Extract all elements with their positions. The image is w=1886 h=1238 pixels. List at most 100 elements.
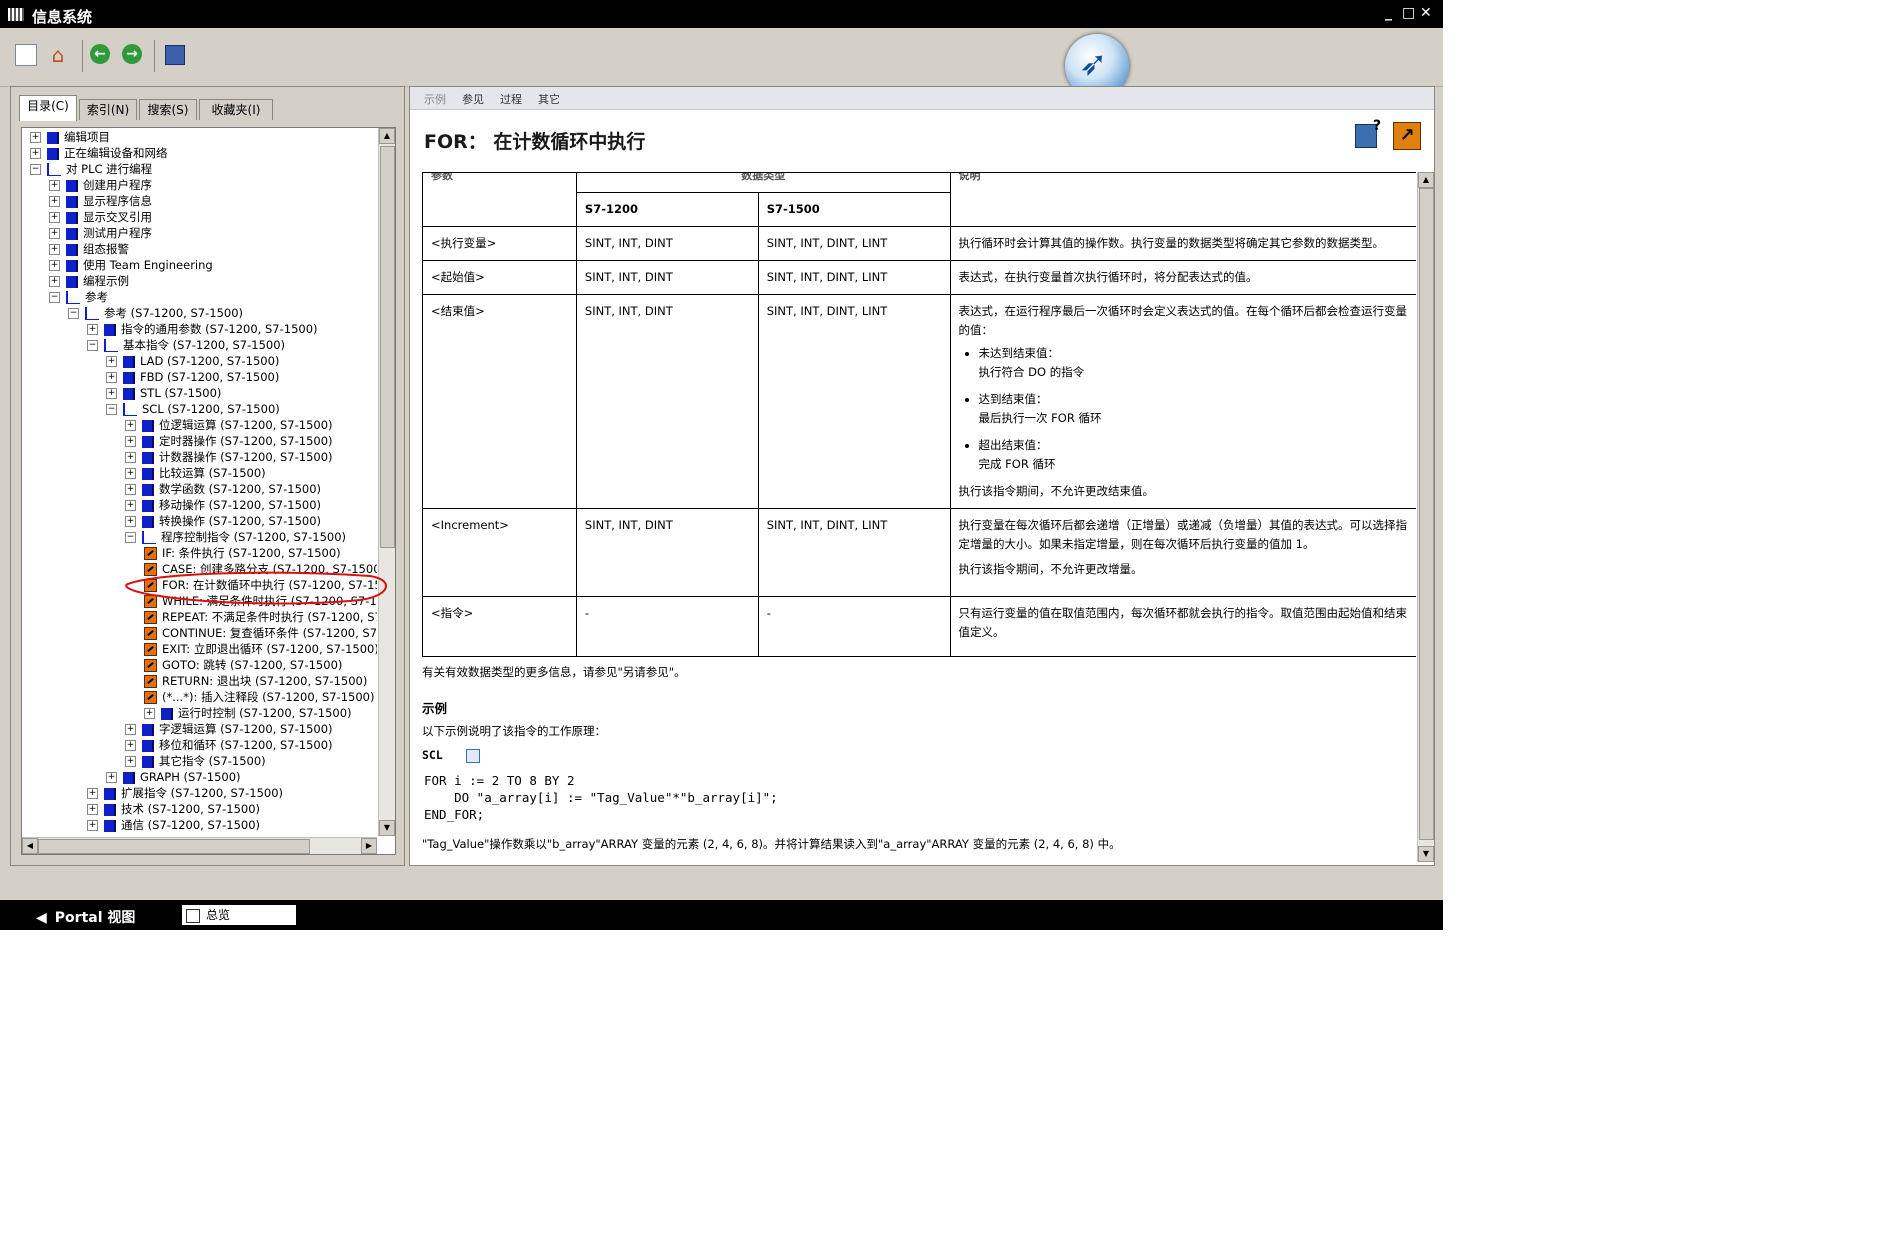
back-arrow-icon[interactable]: ← — [90, 44, 110, 64]
tree-item[interactable]: + 显示程序信息 — [49, 193, 152, 209]
tab-favorites[interactable]: 收藏夹(I) — [199, 99, 273, 120]
tab-index[interactable]: 索引(N) — [79, 99, 137, 120]
tree-item[interactable]: + 正在编辑设备和网络 — [30, 145, 168, 161]
expand-icon[interactable]: + — [49, 276, 60, 287]
tab-contents[interactable]: 目录(C) — [19, 95, 77, 121]
scrollbar-thumb[interactable] — [380, 146, 395, 548]
show-hide-contents-icon[interactable] — [15, 44, 37, 66]
maximize-button[interactable]: □ — [1402, 5, 1415, 21]
copy-icon[interactable] — [466, 749, 480, 763]
tree-item[interactable]: WHILE: 满足条件时执行 (S7-1200, S7-1500) — [144, 593, 377, 609]
tab-search[interactable]: 搜索(S) — [139, 99, 197, 120]
expand-icon[interactable]: + — [125, 484, 136, 495]
expand-icon[interactable]: + — [106, 372, 117, 383]
tree-item[interactable]: + 定时器操作 (S7-1200, S7-1500) — [125, 433, 333, 449]
scrollbar-thumb[interactable] — [38, 839, 310, 854]
tree-item[interactable]: + 通信 (S7-1200, S7-1500) — [87, 817, 260, 833]
close-button[interactable]: ✕ — [1420, 5, 1432, 21]
tree-item[interactable]: RETURN: 退出块 (S7-1200, S7-1500) — [144, 673, 367, 689]
tree-item[interactable]: + 测试用户程序 — [49, 225, 152, 241]
tree-item[interactable]: + 位逻辑运算 (S7-1200, S7-1500) — [125, 417, 333, 433]
tree-item[interactable]: GOTO: 跳转 (S7-1200, S7-1500) — [144, 657, 342, 673]
go-to-icon[interactable]: ↗ — [1393, 122, 1421, 150]
expand-icon[interactable]: + — [125, 740, 136, 751]
expand-icon[interactable]: + — [87, 804, 98, 815]
expand-icon[interactable]: + — [125, 500, 136, 511]
expand-icon[interactable]: + — [49, 244, 60, 255]
tree-item[interactable]: + LAD (S7-1200, S7-1500) — [106, 353, 279, 369]
tree-item[interactable]: + 组态报警 — [49, 241, 129, 257]
expand-icon[interactable]: + — [49, 196, 60, 207]
tree-item[interactable]: + 数学函数 (S7-1200, S7-1500) — [125, 481, 321, 497]
link-other[interactable]: 其它 — [538, 91, 560, 107]
tree-item[interactable]: CONTINUE: 复查循环条件 (S7-1200, S7-1500) — [144, 625, 377, 641]
print-icon[interactable] — [165, 45, 185, 65]
content-vertical-scrollbar[interactable]: ▲ ▼ — [1417, 172, 1434, 862]
tree-item[interactable]: + 技术 (S7-1200, S7-1500) — [87, 801, 260, 817]
tree-item[interactable]: REPEAT: 不满足条件时执行 (S7-1200, S7-1500) — [144, 609, 377, 625]
scrollbar-thumb[interactable] — [1419, 188, 1434, 840]
tree-item[interactable]: − 对 PLC 进行编程 — [30, 161, 152, 177]
scroll-down-icon[interactable]: ▼ — [379, 820, 395, 836]
expand-icon[interactable]: + — [125, 420, 136, 431]
expand-icon[interactable]: + — [106, 772, 117, 783]
tree-item[interactable]: − SCL (S7-1200, S7-1500) — [106, 401, 280, 417]
link-procedure[interactable]: 过程 — [500, 91, 522, 107]
collapse-icon[interactable]: − — [106, 404, 117, 415]
link-examples[interactable]: 示例 — [424, 91, 446, 107]
scroll-right-icon[interactable]: ▶ — [361, 838, 377, 854]
expand-icon[interactable]: + — [106, 356, 117, 367]
expand-icon[interactable]: + — [87, 324, 98, 335]
tree-item[interactable]: + 指令的通用参数 (S7-1200, S7-1500) — [87, 321, 318, 337]
tree-item[interactable]: + 其它指令 (S7-1500) — [125, 753, 266, 769]
expand-icon[interactable]: + — [125, 724, 136, 735]
tree-item[interactable]: + 创建用户程序 — [49, 177, 152, 193]
scroll-up-icon[interactable]: ▲ — [379, 128, 395, 144]
tree-item[interactable]: − 基本指令 (S7-1200, S7-1500) — [87, 337, 285, 353]
expand-icon[interactable]: + — [106, 388, 117, 399]
minimize-button[interactable]: _ — [1385, 5, 1392, 21]
tree-item[interactable]: + GRAPH (S7-1500) — [106, 769, 241, 785]
tree-vertical-scrollbar[interactable]: ▲ ▼ — [378, 128, 395, 836]
collapse-icon[interactable]: − — [30, 164, 41, 175]
tree-item[interactable]: + 移位和循环 (S7-1200, S7-1500) — [125, 737, 333, 753]
collapse-icon[interactable]: − — [68, 308, 79, 319]
expand-icon[interactable]: + — [125, 452, 136, 463]
tree-item[interactable]: CASE: 创建多路分支 (S7-1200, S7-1500) — [144, 561, 377, 577]
expand-icon[interactable]: + — [125, 436, 136, 447]
expand-icon[interactable]: + — [30, 148, 41, 159]
tree-item[interactable]: + 计数器操作 (S7-1200, S7-1500) — [125, 449, 333, 465]
tree-item[interactable]: (*...*): 插入注释段 (S7-1200, S7-1500) — [144, 689, 374, 705]
expand-icon[interactable]: + — [125, 468, 136, 479]
collapse-icon[interactable]: − — [125, 532, 136, 543]
tree-item[interactable]: + 转换操作 (S7-1200, S7-1500) — [125, 513, 321, 529]
expand-icon[interactable]: + — [125, 516, 136, 527]
tree-item[interactable]: IF: 条件执行 (S7-1200, S7-1500) — [144, 545, 341, 561]
expand-icon[interactable]: + — [49, 180, 60, 191]
scroll-up-icon[interactable]: ▲ — [1418, 172, 1434, 188]
tree-item[interactable]: + 扩展指令 (S7-1200, S7-1500) — [87, 785, 283, 801]
expand-icon[interactable]: + — [125, 756, 136, 767]
tree-item[interactable]: − 参考 — [49, 289, 108, 305]
tree-item[interactable]: + 编辑项目 — [30, 129, 110, 145]
tree-item[interactable]: + 运行时控制 (S7-1200, S7-1500) — [144, 705, 352, 721]
expand-icon[interactable]: + — [49, 260, 60, 271]
scroll-down-icon[interactable]: ▼ — [1418, 846, 1434, 862]
expand-icon[interactable]: + — [49, 228, 60, 239]
forward-arrow-icon[interactable]: → — [122, 44, 142, 64]
tree-item[interactable]: + FBD (S7-1200, S7-1500) — [106, 369, 279, 385]
tree-item[interactable]: EXIT: 立即退出循环 (S7-1200, S7-1500) — [144, 641, 377, 657]
expand-icon[interactable]: + — [87, 788, 98, 799]
overview-tab[interactable]: 总览 — [182, 905, 296, 925]
scroll-left-icon[interactable]: ◀ — [22, 838, 38, 854]
tree-item[interactable]: + 字逻辑运算 (S7-1200, S7-1500) — [125, 721, 333, 737]
tree-item[interactable]: + 编程示例 — [49, 273, 129, 289]
tree-item[interactable]: − 参考 (S7-1200, S7-1500) — [68, 305, 243, 321]
expand-icon[interactable]: + — [87, 820, 98, 831]
collapse-icon[interactable]: − — [49, 292, 60, 303]
link-see-also[interactable]: 参见 — [462, 91, 484, 107]
expand-icon[interactable]: + — [49, 212, 60, 223]
tree-item[interactable]: + 比较运算 (S7-1500) — [125, 465, 266, 481]
expand-icon[interactable]: + — [144, 708, 155, 719]
expand-icon[interactable]: + — [30, 132, 41, 143]
